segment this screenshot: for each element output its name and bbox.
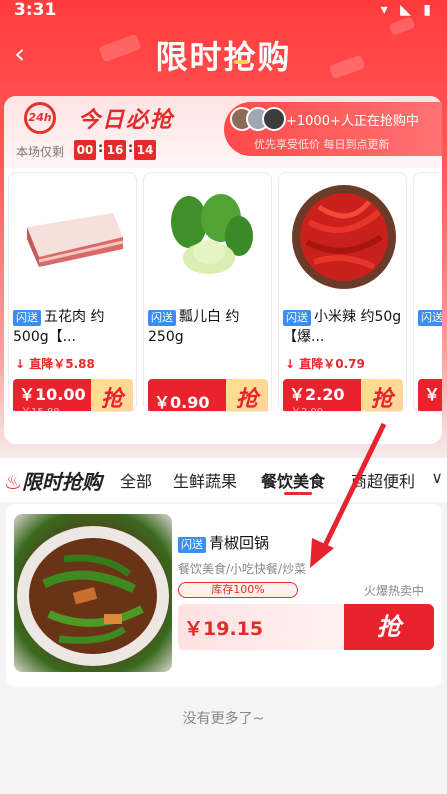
item-name-text: 青椒回锅 [209,534,270,552]
flash-sale-logo: ♨限时抢购 [4,466,102,495]
product-card[interactable]: 闪送小米辣 约50g【爆... ↓ 直降￥0.79 ￥2.20 ￥2.99 抢 [278,172,407,412]
item-price: ￥19.15 [184,618,264,640]
countdown-separator: : [128,141,134,156]
product-name: 闪送 五花肉 约500g【... [13,307,135,347]
grab-label: 抢 [91,379,133,411]
countdown-seconds: 14 [134,140,156,160]
buy-price-area: ￥2.20 ￥2.99 [283,379,361,411]
deal-item[interactable]: 闪送 青椒回锅 餐饮美食/小吃快餐/炒菜 库存100% 火爆热卖中 ￥19.15 … [6,504,442,687]
grab-label: 抢 [344,604,434,650]
participants-text: +1000+人正在抢购中 [286,114,419,129]
tab-food-dining[interactable]: 餐饮美食 [261,468,325,492]
buy-button[interactable]: ￥0.90 抢 [148,379,268,412]
bok-choy-icon [170,194,253,274]
product-price: ￥0.90 [154,393,210,412]
price-drop-text: 直降￥5.88 [29,357,95,371]
avatar [262,107,286,131]
stock-badge: 库存100% [178,582,298,598]
product-image [414,173,442,301]
buy-button[interactable]: ￥10.00 ￥15.88 抢 [13,379,133,411]
title-accent [234,60,248,64]
drop-arrow-icon: ↓ [285,357,296,371]
hot-selling-label: 火爆热卖中 [363,584,424,598]
participants-subtitle: 优先享受低价 每日到点更新 [254,138,390,151]
price-drop: ↓ 直降￥5.88 [15,355,95,372]
price-drop: ↓ 直降￥0.79 [285,355,365,372]
buy-price-area: ￥10.00 ￥15.88 [13,379,91,411]
countdown-minutes: 16 [104,140,126,160]
24h-badge-icon: 24h [24,102,56,134]
buy-price-area: ￥ [418,379,442,411]
tab-fresh-produce[interactable]: 生鲜蔬果 [173,468,237,492]
flash-tag: 闪送 [148,310,176,326]
item-name: 闪送 青椒回锅 [178,532,269,553]
page-title: 限时抢购 [155,38,292,76]
dish-image [14,514,172,672]
price-drop-text: 直降￥0.79 [299,357,365,371]
participants-pill: +1000+人正在抢购中 优先享受低价 每日到点更新 [224,102,442,156]
flash-tag: 闪送 [178,537,206,553]
buy-price-area: ￥0.90 [148,379,226,412]
product-image [144,173,271,301]
tab-all[interactable]: 全部 [120,468,152,492]
product-name: 闪送 瓢儿白 约250g [148,307,270,347]
buy-button[interactable]: ￥2.20 ￥2.99 抢 [283,379,403,411]
product-price: ￥2.20 [289,385,345,404]
tab-supermarket[interactable]: 商超便利 [351,468,415,492]
chili-pepper-icon [291,185,396,289]
product-name: 闪送 小米辣 约50g【爆... [283,307,405,347]
buy-button[interactable]: ￥19.15 抢 [178,604,434,650]
product-card[interactable]: 闪送 瓢儿白 约250g ￥0.90 抢 [143,172,272,412]
today-title: 今日必抢 [78,108,175,133]
original-price: ￥15.88 [21,403,60,411]
grab-label: 抢 [226,379,268,411]
grab-label: 抢 [361,379,403,411]
flash-tag: 闪送 [13,310,41,326]
active-tab-indicator [284,492,312,495]
drop-arrow-icon: ↓ [15,357,26,371]
buy-button[interactable]: ￥ [418,379,442,411]
twice-cooked-pork-icon [17,526,169,666]
today-deals-card: 24h 今日必抢 本场仅剩 00 : 16 : 14 +1000+人正在抢购中 … [4,96,442,444]
pork-belly-icon [26,213,123,267]
countdown-separator: : [98,141,104,156]
category-tabs: ♨限时抢购 全部 生鲜蔬果 餐饮美食 商超便利 ∨ [0,458,447,502]
countdown-hours: 00 [74,140,96,160]
product-name: 闪送 [418,307,442,327]
product-price: ￥ [424,385,441,404]
status-time: 3:31 [14,0,57,20]
flame-icon: ♨ [4,470,22,494]
product-image [9,173,136,301]
chevron-down-icon[interactable]: ∨ [431,468,443,487]
flash-tag: 闪送 [418,310,442,326]
product-price: ￥10.00 [19,385,86,404]
product-card[interactable]: 闪送 ￥ [413,172,442,412]
product-card[interactable]: 闪送五花肉 约500g【... ↓ 直降￥5.88 ￥10.00 ￥15.88 … [8,172,137,412]
status-icons: ▾ ◣ ▮ [380,2,435,18]
countdown-label: 本场仅剩 [16,145,65,159]
product-image [279,173,406,301]
item-category: 餐饮美食/小吃快餐/炒菜 [178,562,307,576]
no-more-text: 没有更多了~ [182,711,265,727]
today-deals-header: 24h 今日必抢 本场仅剩 00 : 16 : 14 +1000+人正在抢购中 … [4,96,442,168]
flash-tag: 闪送 [283,310,311,326]
original-price: ￥2.99 [291,403,323,411]
flash-sale-logo-text: 限时抢购 [21,470,102,494]
status-bar: 3:31 ▾ ◣ ▮ [0,0,447,24]
